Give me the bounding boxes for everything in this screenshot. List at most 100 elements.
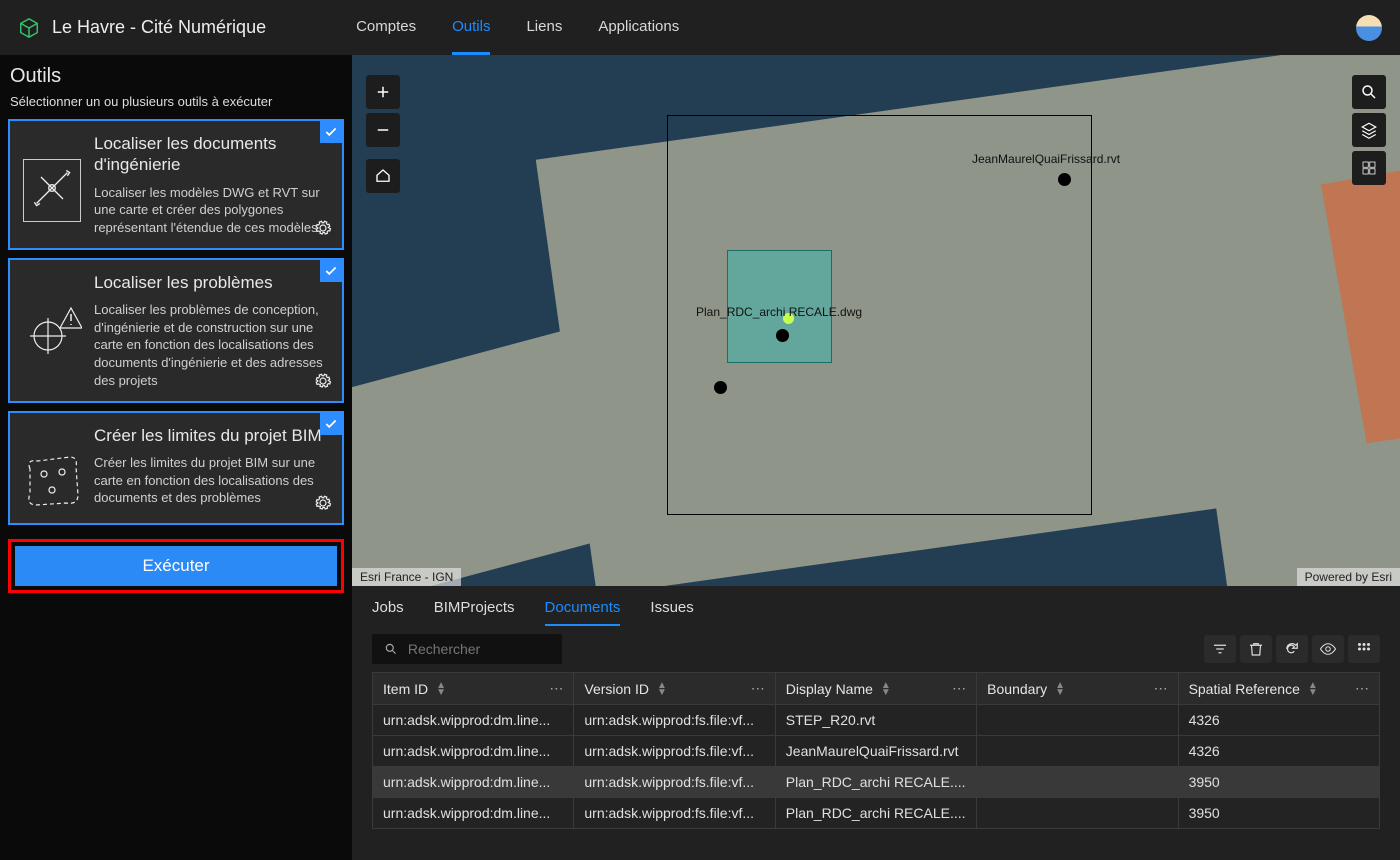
column-boundary[interactable]: Boundary▲▼⋯ xyxy=(977,673,1178,705)
cell-boundary xyxy=(977,705,1178,736)
check-icon xyxy=(320,413,342,435)
tool-desc: Localiser les modèles DWG et RVT sur une… xyxy=(94,184,330,237)
cell-version: urn:adsk.wipprod:fs.file:vf... xyxy=(574,767,775,798)
apps-button[interactable] xyxy=(1348,635,1380,663)
tool-title: Créer les limites du projet BIM xyxy=(94,425,330,446)
map-attribution-right: Powered by Esri xyxy=(1297,568,1400,586)
side-panel-title: Outils xyxy=(10,65,342,88)
sort-icon: ▲▼ xyxy=(1055,682,1065,696)
tool-desc: Créer les limites du projet BIM sur une … xyxy=(94,454,330,507)
bottom-tabs: Jobs BIMProjects Documents Issues xyxy=(352,586,1400,626)
cell-display: JeanMaurelQuaiFrissard.rvt xyxy=(775,736,976,767)
column-menu-icon[interactable]: ⋯ xyxy=(549,680,563,697)
layers-button[interactable] xyxy=(1352,113,1386,147)
refresh-button[interactable] xyxy=(1276,635,1308,663)
search-icon xyxy=(384,641,398,657)
tool-card-locate-docs[interactable]: Localiser les documents d'ingénierie Loc… xyxy=(8,119,344,250)
cell-version: urn:adsk.wipprod:fs.file:vf... xyxy=(574,705,775,736)
target-warning-icon xyxy=(22,298,82,358)
check-icon xyxy=(320,260,342,282)
cell-version: urn:adsk.wipprod:fs.file:vf... xyxy=(574,736,775,767)
map-marker[interactable] xyxy=(776,329,789,342)
cell-item: urn:adsk.wipprod:dm.line... xyxy=(373,705,574,736)
table-row[interactable]: urn:adsk.wipprod:dm.line...urn:adsk.wipp… xyxy=(373,736,1380,767)
map-label-plan-rdc: Plan_RDC_archi RECALE.dwg xyxy=(696,305,862,319)
gear-icon[interactable] xyxy=(314,219,332,242)
bottom-toolbar xyxy=(352,626,1400,672)
cell-item: urn:adsk.wipprod:dm.line... xyxy=(373,798,574,829)
documents-table: Item ID▲▼⋯Version ID▲▼⋯Display Name▲▼⋯Bo… xyxy=(372,672,1380,829)
tab-documents[interactable]: Documents xyxy=(545,599,621,626)
app-root: Le Havre - Cité Numérique Comptes Outils… xyxy=(0,0,1400,860)
column-menu-icon[interactable]: ⋯ xyxy=(952,680,966,697)
main-tabs: Comptes Outils Liens Applications xyxy=(356,0,679,55)
gear-icon[interactable] xyxy=(314,494,332,517)
logo-area: Le Havre - Cité Numérique xyxy=(18,17,266,39)
column-menu-icon[interactable]: ⋯ xyxy=(1154,680,1168,697)
cell-display: Plan_RDC_archi RECALE.... xyxy=(775,767,976,798)
column-item[interactable]: Item ID▲▼⋯ xyxy=(373,673,574,705)
delete-button[interactable] xyxy=(1240,635,1272,663)
cell-sref: 3950 xyxy=(1178,798,1379,829)
app-logo-icon xyxy=(18,17,40,39)
topbar: Le Havre - Cité Numérique Comptes Outils… xyxy=(0,0,1400,55)
table-header-row: Item ID▲▼⋯Version ID▲▼⋯Display Name▲▼⋯Bo… xyxy=(373,673,1380,705)
table-search[interactable] xyxy=(372,634,562,664)
column-menu-icon[interactable]: ⋯ xyxy=(751,680,765,697)
tab-outils[interactable]: Outils xyxy=(452,0,490,55)
tab-jobs[interactable]: Jobs xyxy=(372,599,404,626)
tab-issues[interactable]: Issues xyxy=(650,599,693,626)
map-marker[interactable] xyxy=(1058,173,1071,186)
tab-applications[interactable]: Applications xyxy=(598,0,679,55)
boundary-icon xyxy=(22,451,82,511)
gear-icon[interactable] xyxy=(314,372,332,395)
column-version[interactable]: Version ID▲▼⋯ xyxy=(574,673,775,705)
bottom-panel: Jobs BIMProjects Documents Issues xyxy=(352,586,1400,860)
cell-sref: 4326 xyxy=(1178,736,1379,767)
tool-desc: Localiser les problèmes de conception, d… xyxy=(94,301,330,389)
map-marker[interactable] xyxy=(714,381,727,394)
sort-icon: ▲▼ xyxy=(881,682,891,696)
tab-liens[interactable]: Liens xyxy=(526,0,562,55)
column-sref[interactable]: Spatial Reference▲▼⋯ xyxy=(1178,673,1379,705)
cell-sref: 3950 xyxy=(1178,767,1379,798)
zoom-out-button[interactable] xyxy=(366,113,400,147)
table-row[interactable]: urn:adsk.wipprod:dm.line...urn:adsk.wipp… xyxy=(373,798,1380,829)
check-icon xyxy=(320,121,342,143)
table-search-input[interactable] xyxy=(406,640,550,658)
tool-card-bim-bounds[interactable]: Créer les limites du projet BIM Créer le… xyxy=(8,411,344,525)
side-panel: Outils Sélectionner un ou plusieurs outi… xyxy=(0,55,352,860)
table-row[interactable]: urn:adsk.wipprod:dm.line...urn:adsk.wipp… xyxy=(373,705,1380,736)
tab-bimprojects[interactable]: BIMProjects xyxy=(434,599,515,626)
filter-button[interactable] xyxy=(1204,635,1236,663)
cell-display: Plan_RDC_archi RECALE.... xyxy=(775,798,976,829)
home-button[interactable] xyxy=(366,159,400,193)
cell-boundary xyxy=(977,798,1178,829)
sort-icon: ▲▼ xyxy=(436,682,446,696)
main-area: Plan_RDC_archi RECALE.dwg JeanMaurelQuai… xyxy=(352,55,1400,860)
visibility-button[interactable] xyxy=(1312,635,1344,663)
execute-button[interactable]: Exécuter xyxy=(15,546,337,586)
map-attribution-left: Esri France - IGN xyxy=(352,568,461,586)
cell-display: STEP_R20.rvt xyxy=(775,705,976,736)
sort-icon: ▲▼ xyxy=(657,682,667,696)
table-wrap: Item ID▲▼⋯Version ID▲▼⋯Display Name▲▼⋯Bo… xyxy=(352,672,1400,860)
zoom-in-button[interactable] xyxy=(366,75,400,109)
compass-icon xyxy=(22,159,82,219)
tool-title: Localiser les documents d'ingénierie xyxy=(94,133,330,176)
map-label-jean-maurel: JeanMaurelQuaiFrissard.rvt xyxy=(972,152,1120,166)
tab-comptes[interactable]: Comptes xyxy=(356,0,416,55)
column-display[interactable]: Display Name▲▼⋯ xyxy=(775,673,976,705)
map-search-button[interactable] xyxy=(1352,75,1386,109)
basemap-button[interactable] xyxy=(1352,151,1386,185)
map-viewport[interactable]: Plan_RDC_archi RECALE.dwg JeanMaurelQuai… xyxy=(352,55,1400,586)
execute-highlight: Exécuter xyxy=(8,539,344,593)
cell-version: urn:adsk.wipprod:fs.file:vf... xyxy=(574,798,775,829)
project-title: Le Havre - Cité Numérique xyxy=(52,17,266,38)
user-avatar[interactable] xyxy=(1356,15,1382,41)
cell-sref: 4326 xyxy=(1178,705,1379,736)
column-menu-icon[interactable]: ⋯ xyxy=(1355,680,1369,697)
table-row[interactable]: urn:adsk.wipprod:dm.line...urn:adsk.wipp… xyxy=(373,767,1380,798)
tool-card-locate-issues[interactable]: Localiser les problèmes Localiser les pr… xyxy=(8,258,344,403)
cell-boundary xyxy=(977,767,1178,798)
